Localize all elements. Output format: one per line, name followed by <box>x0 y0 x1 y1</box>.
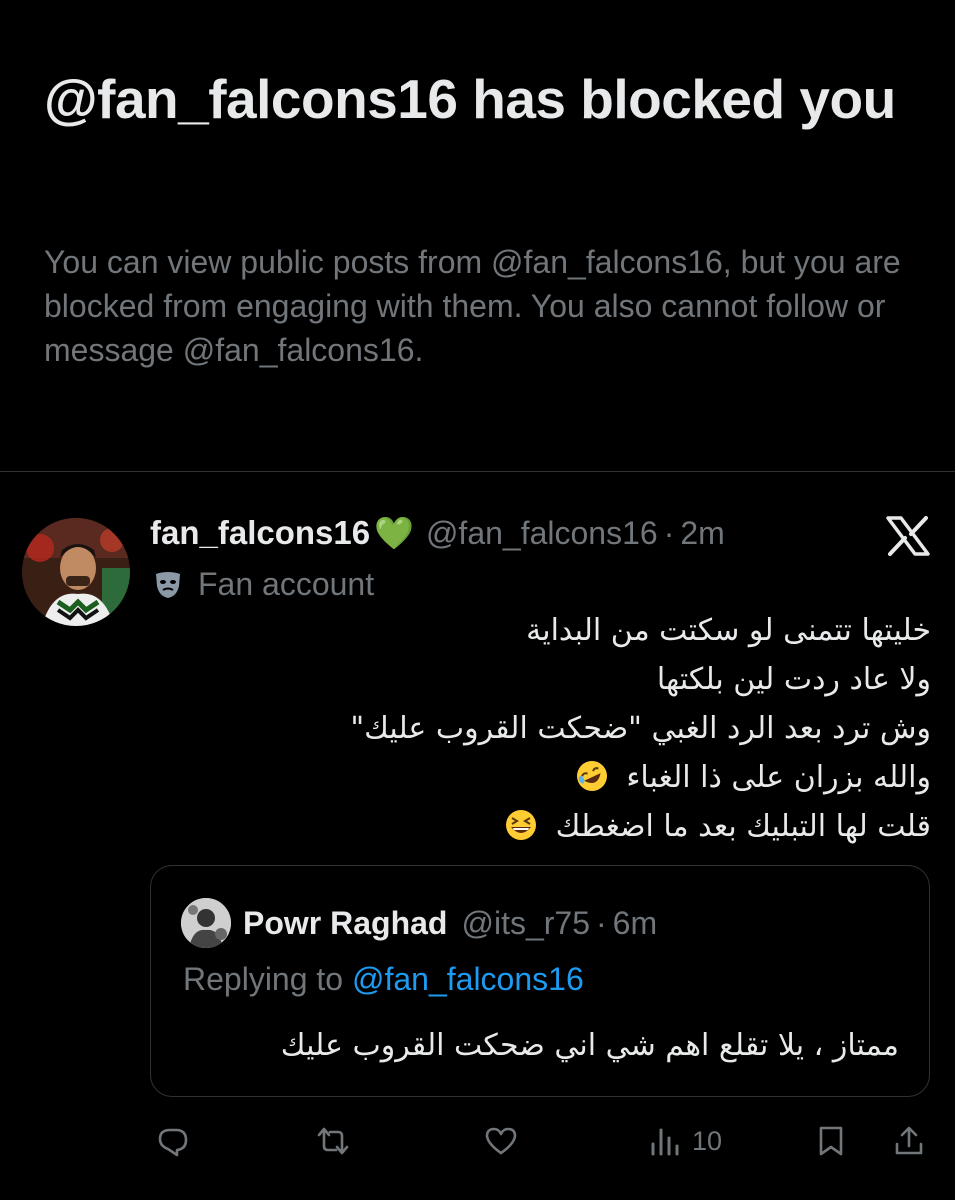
share-button[interactable] <box>892 1116 926 1166</box>
post-text-line: ولا عاد ردت لين بلكتها <box>656 662 931 697</box>
account-label-text: Fan account <box>198 565 375 602</box>
quoted-text: ممتاز ، يلا تقلع اهم شي اني ضحكت القروب … <box>280 1028 899 1063</box>
grinning-squinting-emoji-icon <box>506 810 537 840</box>
like-button[interactable] <box>484 1116 518 1166</box>
action-bar: 10 <box>0 1116 955 1166</box>
post-text-line: خليتها تتمنى لو سكتت من البداية <box>526 613 931 648</box>
replying-prefix: Replying to <box>183 961 352 997</box>
x-logo-icon <box>886 516 930 556</box>
replying-mention[interactable]: @fan_falcons16 <box>352 961 584 997</box>
views-count: 10 <box>692 1125 723 1156</box>
replying-to: Replying to @fan_falcons16 <box>183 961 584 1005</box>
reply-icon <box>158 1128 188 1157</box>
green-heart-icon: 💚 <box>374 515 414 551</box>
bookmark-icon <box>819 1126 843 1156</box>
repost-button[interactable] <box>316 1116 350 1166</box>
theater-mask-icon <box>156 572 180 598</box>
quoted-display-name[interactable]: Powr Raghad <box>243 905 447 942</box>
post-text: خليتها تتمنى لو سكتت من البداية ولا عاد … <box>171 606 931 851</box>
post-header: fan_falcons16 💚 @fan_falcons16 · 2m <box>150 508 725 558</box>
quoted-post[interactable]: Powr Raghad @its_r75 · 6m Replying to @f… <box>150 865 930 1097</box>
avatar[interactable] <box>22 518 130 626</box>
like-icon <box>485 1127 517 1155</box>
display-name[interactable]: fan_falcons16 <box>150 514 370 552</box>
reply-button[interactable] <box>156 1116 190 1166</box>
quoted-time: 6m <box>612 904 658 941</box>
post-text-line: قلت لها التبليك بعد ما اضغطك <box>171 802 931 851</box>
quoted-avatar[interactable] <box>181 898 231 948</box>
account-label: Fan account <box>152 562 374 606</box>
post-time[interactable]: 2m <box>680 515 724 552</box>
blocked-description: You can view public posts from @fan_falc… <box>44 244 901 368</box>
post-text-line: والله بزران على ذا الغباء <box>171 753 931 802</box>
views-button[interactable]: 10 <box>648 1116 722 1166</box>
user-handle[interactable]: @fan_falcons16 <box>426 515 658 552</box>
blocked-title: @fan_falcons16 has blocked you <box>44 68 896 130</box>
repost-icon <box>317 1127 349 1155</box>
views-icon <box>651 1128 679 1156</box>
separator-dot: · <box>596 904 607 941</box>
quoted-header: Powr Raghad @its_r75 · 6m <box>243 900 657 946</box>
rolling-laughing-emoji-icon <box>576 761 607 791</box>
separator-dot: · <box>663 514 675 551</box>
post-text-line: وش ترد بعد الرد الغبي "ضحكت القروب عليك" <box>350 711 931 746</box>
quoted-handle[interactable]: @its_r75 <box>461 905 590 942</box>
divider <box>0 471 955 472</box>
bookmark-button[interactable] <box>814 1116 848 1166</box>
share-icon <box>895 1126 923 1155</box>
